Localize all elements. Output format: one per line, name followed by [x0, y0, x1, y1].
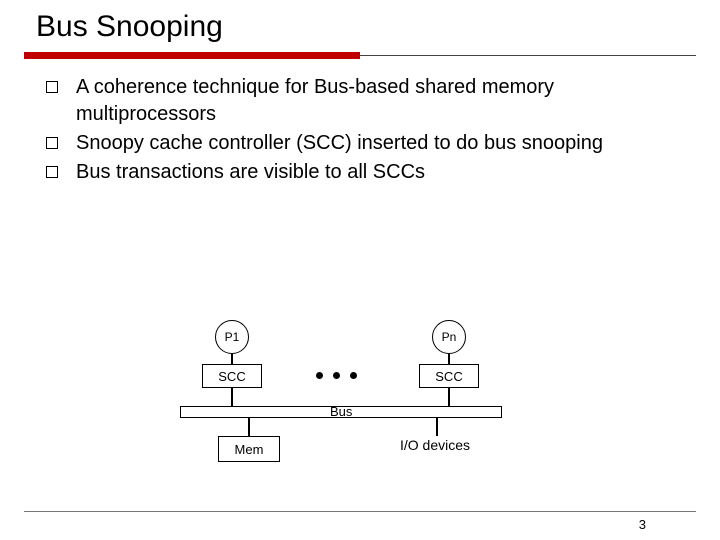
square-bullet-icon [46, 137, 58, 149]
scc-box-right: SCC [419, 364, 479, 388]
io-devices-label: I/O devices [400, 437, 470, 453]
square-bullet-icon [46, 166, 58, 178]
connector-line [248, 418, 250, 436]
connector-line [436, 418, 438, 436]
slide: Bus Snooping A coherence technique for B… [0, 0, 720, 540]
scc-box-left: SCC [202, 364, 262, 388]
title-underline-red [24, 52, 360, 59]
connector-line [448, 354, 450, 364]
scc-label: SCC [218, 369, 245, 384]
connector-line [231, 354, 233, 364]
bullet-text: Snoopy cache controller (SCC) inserted t… [76, 130, 686, 157]
processor-label: P1 [225, 330, 240, 344]
connector-line [448, 388, 450, 406]
bullet-item: Bus transactions are visible to all SCCs [46, 159, 686, 186]
memory-box: Mem [218, 436, 280, 462]
ellipsis-dots [311, 372, 362, 379]
bullet-item: A coherence technique for Bus-based shar… [46, 74, 686, 128]
square-bullet-icon [46, 81, 58, 93]
bus-label: Bus [330, 404, 352, 419]
connector-line [231, 388, 233, 406]
bullet-text: A coherence technique for Bus-based shar… [76, 74, 686, 128]
page-number: 3 [639, 517, 646, 532]
footer-rule [24, 511, 696, 512]
memory-label: Mem [235, 442, 264, 457]
bullet-text: Bus transactions are visible to all SCCs [76, 159, 686, 186]
bullet-list: A coherence technique for Bus-based shar… [24, 74, 696, 186]
title-underline [24, 52, 696, 60]
processor-label: Pn [442, 330, 457, 344]
processor-node-left: P1 [215, 320, 249, 354]
slide-title: Bus Snooping [24, 10, 696, 50]
processor-node-right: Pn [432, 320, 466, 354]
bullet-item: Snoopy cache controller (SCC) inserted t… [46, 130, 686, 157]
scc-label: SCC [435, 369, 462, 384]
